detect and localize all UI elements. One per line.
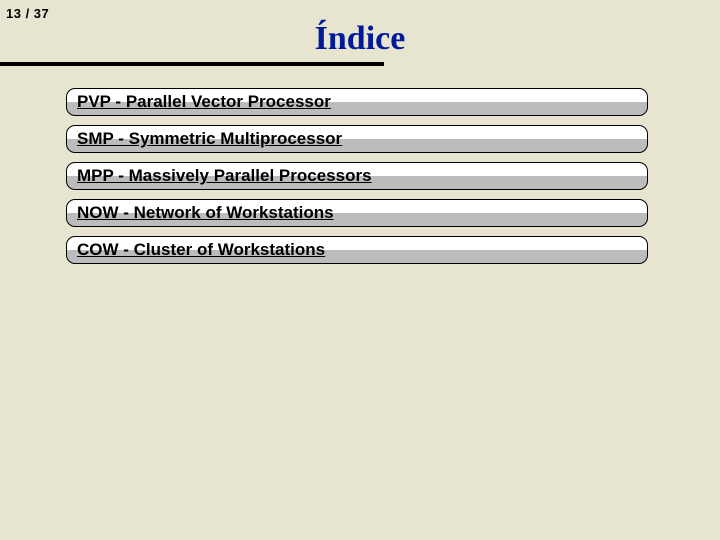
index-item-label: NOW - Network of Workstations <box>77 203 334 223</box>
index-item-now[interactable]: NOW - Network of Workstations <box>66 199 648 227</box>
index-item-pvp[interactable]: PVP - Parallel Vector Processor <box>66 88 648 116</box>
index-item-mpp[interactable]: MPP - Massively Parallel Processors <box>66 162 648 190</box>
index-item-label: COW - Cluster of Workstations <box>77 240 325 260</box>
index-item-smp[interactable]: SMP - Symmetric Multiprocessor <box>66 125 648 153</box>
title-underline <box>0 62 384 66</box>
index-item-label: SMP - Symmetric Multiprocessor <box>77 129 342 149</box>
page-counter: 13 / 37 <box>6 6 49 21</box>
index-item-label: PVP - Parallel Vector Processor <box>77 92 331 112</box>
index-item-label: MPP - Massively Parallel Processors <box>77 166 372 186</box>
index-list: PVP - Parallel Vector Processor SMP - Sy… <box>66 88 648 273</box>
index-item-cow[interactable]: COW - Cluster of Workstations <box>66 236 648 264</box>
page-title: Índice <box>0 20 720 58</box>
